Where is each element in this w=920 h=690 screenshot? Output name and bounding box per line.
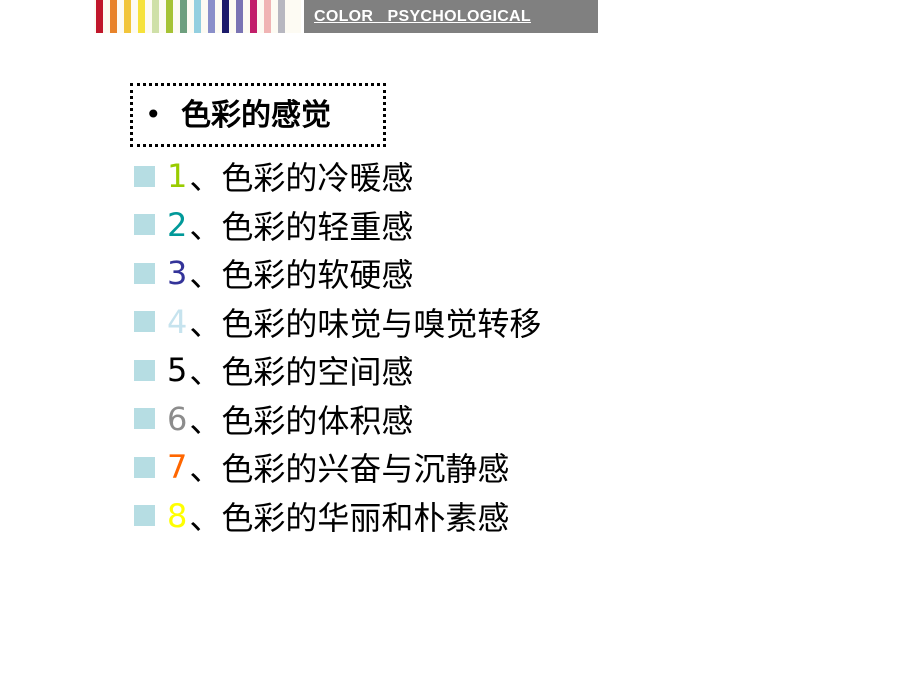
color-stripe [180, 0, 187, 33]
color-stripe [166, 0, 173, 33]
bullet-icon: • [145, 98, 162, 131]
item-text: 色彩的软硬感 [221, 256, 414, 295]
section-title-box: • 色彩的感觉 [130, 83, 386, 147]
item-number: 5 [167, 351, 188, 390]
color-stripes-decoration [94, 0, 301, 33]
color-stripe [250, 0, 257, 33]
item-text: 色彩的冷暖感 [221, 159, 414, 198]
color-stripe [194, 0, 201, 33]
square-bullet-icon [134, 408, 155, 430]
item-text: 色彩的兴奋与沉静感 [221, 450, 510, 489]
list-item: 4 、 色彩的味觉与嗅觉转移 [134, 298, 541, 347]
item-separator: 、 [189, 207, 222, 246]
item-separator: 、 [189, 498, 222, 537]
square-bullet-icon [134, 262, 155, 284]
banner-title: COLOR PSYCHOLOGICAL [314, 8, 531, 25]
topic-list: 1 、 色彩的冷暖感 2 、 色彩的轻重感 3 、 色彩的软硬感 4 、 色彩的… [134, 152, 541, 540]
list-item: 5 、 色彩的空间感 [134, 346, 541, 395]
square-bullet-icon [134, 311, 155, 333]
color-stripe [208, 0, 215, 33]
item-separator: 、 [189, 304, 222, 343]
square-bullet-icon [134, 359, 155, 381]
item-separator: 、 [189, 450, 222, 489]
square-bullet-icon [134, 165, 155, 187]
color-stripe [264, 0, 271, 33]
list-item: 8 、 色彩的华丽和朴素感 [134, 492, 541, 541]
color-stripe [138, 0, 145, 33]
item-number: 6 [167, 399, 188, 438]
color-stripe [152, 0, 159, 33]
item-number: 1 [167, 157, 188, 196]
item-text: 色彩的华丽和朴素感 [221, 498, 510, 537]
item-separator: 、 [189, 353, 222, 392]
item-text: 色彩的体积感 [221, 401, 414, 440]
square-bullet-icon [134, 214, 155, 236]
color-stripe [222, 0, 229, 33]
item-number: 8 [167, 496, 188, 535]
section-title: 色彩的感觉 [181, 98, 331, 133]
item-number: 3 [167, 254, 188, 293]
square-bullet-icon [134, 456, 155, 478]
item-text: 色彩的轻重感 [221, 207, 414, 246]
list-item: 1 、 色彩的冷暖感 [134, 152, 541, 201]
list-item: 7 、 色彩的兴奋与沉静感 [134, 443, 541, 492]
item-separator: 、 [189, 159, 222, 198]
item-separator: 、 [189, 256, 222, 295]
list-item: 3 、 色彩的软硬感 [134, 249, 541, 298]
header-banner: COLOR PSYCHOLOGICAL [301, 0, 598, 33]
item-text: 色彩的味觉与嗅觉转移 [221, 304, 542, 343]
square-bullet-icon [134, 505, 155, 527]
list-item: 2 、 色彩的轻重感 [134, 201, 541, 250]
item-number: 7 [167, 448, 188, 487]
color-stripe [124, 0, 131, 33]
color-stripe [278, 0, 285, 33]
item-text: 色彩的空间感 [221, 353, 414, 392]
item-number: 2 [167, 205, 188, 244]
item-separator: 、 [189, 401, 222, 440]
list-item: 6 、 色彩的体积感 [134, 395, 541, 444]
color-stripe [236, 0, 243, 33]
item-number: 4 [167, 302, 188, 341]
color-stripe [96, 0, 103, 33]
color-stripe [110, 0, 117, 33]
